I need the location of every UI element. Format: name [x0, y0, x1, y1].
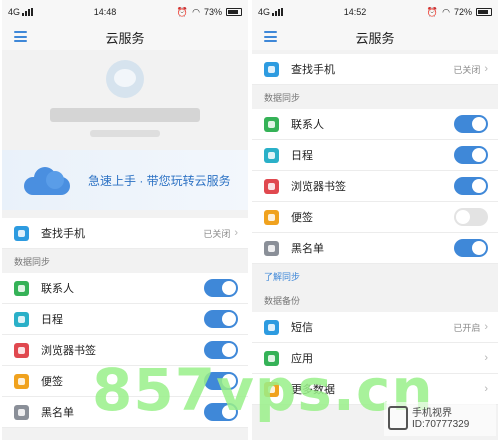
blacklist-icon [14, 404, 29, 420]
blacklist-icon [264, 240, 279, 256]
banner-text: 急速上手 · 带您玩转云服务 [88, 173, 231, 188]
status-bar: 4G 14:52 ⏰ ◠ 72% [252, 0, 498, 24]
chevron-right-icon: › [484, 63, 488, 75]
cloud-icon [24, 165, 70, 195]
find-phone-icon [14, 225, 29, 241]
network-label: 4G [8, 7, 21, 17]
alarm-icon: ⏰ [176, 6, 189, 17]
calendar-icon [14, 311, 29, 327]
find-phone-row[interactable]: 查找手机 已关闭 › [252, 54, 498, 85]
avatar[interactable] [106, 60, 144, 98]
sync-row-calendar[interactable]: 日程 [2, 304, 248, 335]
find-phone-row[interactable]: 查找手机 已关闭 › [2, 218, 248, 249]
sync-item-label: 联系人 [41, 283, 74, 295]
find-phone-status: 已关闭 [453, 64, 481, 75]
sms-backup-status: 已开启 [453, 322, 481, 333]
bookmarks-toggle[interactable] [454, 177, 488, 195]
signal-icon [22, 8, 34, 16]
alarm-icon: ⏰ [426, 6, 439, 17]
backup-row-sms[interactable]: 短信 已开启 › [252, 312, 498, 343]
sync-item-label: 日程 [41, 314, 63, 326]
notes-icon [264, 209, 279, 225]
sync-item-label: 便签 [291, 212, 313, 224]
wifi-icon: ◠ [192, 6, 200, 17]
backup-item-label: 短信 [291, 322, 313, 334]
site-watermark: 857vps.cn [92, 356, 434, 424]
calendar-icon [264, 147, 279, 163]
bookmark-icon [14, 342, 29, 358]
bookmark-icon [264, 178, 279, 194]
contacts-icon [264, 116, 279, 132]
screenshot-stage: 4G 14:48 ⏰ ◠ 73% 云服务 急速上手 · 带您玩转云服务 查找手机… [0, 0, 500, 440]
calendar-toggle[interactable] [204, 310, 238, 328]
sync-item-label: 浏览器书签 [291, 181, 346, 193]
find-phone-label: 查找手机 [291, 64, 335, 76]
backup-section-header: 数据备份 [252, 288, 498, 312]
sync-row-contacts[interactable]: 联系人 [252, 109, 498, 140]
learn-sync-link[interactable]: 了解同步 [252, 264, 498, 288]
contacts-toggle[interactable] [204, 279, 238, 297]
chevron-right-icon: › [234, 227, 238, 239]
chevron-right-icon: › [484, 383, 488, 395]
battery-percent: 72% [453, 7, 472, 17]
account-name-blurred [50, 108, 200, 122]
sms-icon [264, 319, 279, 335]
status-bar: 4G 14:48 ⏰ ◠ 73% [2, 0, 248, 24]
blacklist-toggle[interactable] [454, 239, 488, 257]
page-title: 云服务 [355, 30, 395, 46]
chevron-right-icon: › [484, 321, 488, 333]
find-phone-label: 查找手机 [41, 228, 85, 240]
clock: 14:48 [93, 7, 117, 17]
battery-icon [225, 8, 242, 16]
title-bar: 云服务 [2, 24, 248, 50]
network-label: 4G [258, 7, 271, 17]
quick-start-banner[interactable]: 急速上手 · 带您玩转云服务 [2, 150, 248, 210]
account-profile[interactable] [2, 50, 248, 148]
clock: 14:52 [343, 7, 367, 17]
sync-row-contacts[interactable]: 联系人 [2, 273, 248, 304]
stamp-id: ID:70777329 [412, 419, 470, 430]
sync-item-label: 日程 [291, 150, 313, 162]
sync-row-notes[interactable]: 便签 [252, 202, 498, 233]
title-bar: 云服务 [252, 24, 498, 50]
calendar-toggle[interactable] [454, 146, 488, 164]
sync-row-blacklist[interactable]: 黑名单 [252, 233, 498, 264]
sync-item-label: 联系人 [291, 119, 324, 131]
notes-toggle[interactable] [454, 208, 488, 226]
account-id-blurred [90, 130, 160, 137]
stamp-title: 手机视界 [412, 408, 452, 419]
phone-logo-icon [388, 406, 408, 430]
find-phone-status: 已关闭 [203, 228, 231, 239]
wifi-icon: ◠ [442, 6, 450, 17]
notes-icon [14, 373, 29, 389]
contacts-icon [14, 280, 29, 296]
contacts-toggle[interactable] [454, 115, 488, 133]
page-title: 云服务 [105, 30, 145, 46]
battery-percent: 73% [203, 7, 222, 17]
sync-section-header: 数据同步 [252, 85, 498, 109]
sync-row-calendar[interactable]: 日程 [252, 140, 498, 171]
signal-icon [272, 8, 284, 16]
chevron-right-icon: › [484, 352, 488, 364]
find-phone-icon [264, 61, 279, 77]
source-stamp: 手机视界 ID:70777329 [384, 402, 496, 436]
battery-icon [475, 8, 492, 16]
sync-row-bookmarks[interactable]: 浏览器书签 [252, 171, 498, 202]
sync-item-label: 黑名单 [291, 243, 324, 255]
menu-icon[interactable] [264, 31, 277, 42]
sync-section-header: 数据同步 [2, 249, 248, 273]
menu-icon[interactable] [14, 31, 27, 42]
